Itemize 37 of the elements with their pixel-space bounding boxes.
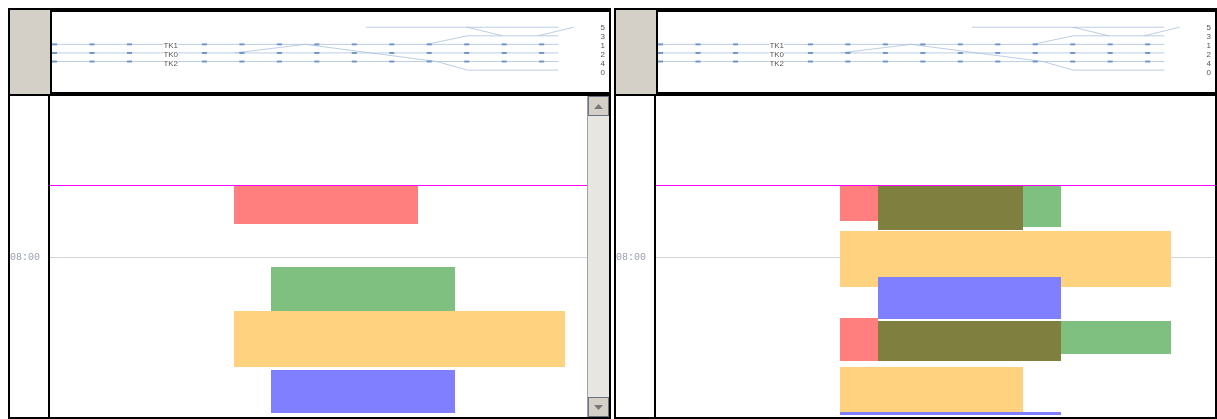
task-block[interactable]	[234, 186, 418, 224]
track-number: 4	[1206, 60, 1211, 68]
scroll-up-icon[interactable]	[588, 96, 609, 116]
task-block[interactable]	[840, 318, 878, 361]
track-number: 0	[600, 69, 605, 77]
task-block[interactable]	[271, 267, 455, 311]
task-block[interactable]	[878, 321, 1061, 361]
track-number: 3	[1206, 33, 1211, 41]
task-block[interactable]	[1023, 186, 1061, 227]
task-block[interactable]	[840, 231, 1171, 287]
task-block[interactable]	[271, 370, 455, 413]
track-label: TK1	[769, 42, 785, 50]
track-number: 3	[600, 33, 605, 41]
track-number: 1	[1206, 42, 1211, 50]
scrollbar[interactable]	[587, 96, 609, 417]
scroll-down-icon[interactable]	[588, 397, 609, 417]
task-block[interactable]	[840, 412, 1061, 415]
track-label: TK2	[769, 60, 785, 68]
track-label: TK1	[163, 42, 179, 50]
track-number: 5	[1206, 24, 1211, 32]
task-block[interactable]	[840, 186, 878, 221]
task-block[interactable]	[234, 311, 565, 367]
track-number: 2	[600, 51, 605, 59]
task-block[interactable]	[840, 367, 1023, 414]
track-label: TK0	[163, 51, 179, 59]
time-label: 08:00	[10, 251, 40, 265]
track-label: TK0	[769, 51, 785, 59]
track-label: TK2	[163, 60, 179, 68]
task-block[interactable]	[878, 277, 1061, 319]
task-block[interactable]	[1061, 321, 1171, 354]
track-number: 0	[1206, 69, 1211, 77]
track-number: 4	[600, 60, 605, 68]
time-label: 08:00	[616, 251, 646, 265]
track-number: 1	[600, 42, 605, 50]
track-number: 2	[1206, 51, 1211, 59]
task-block[interactable]	[878, 186, 1023, 230]
track-number: 5	[600, 24, 605, 32]
